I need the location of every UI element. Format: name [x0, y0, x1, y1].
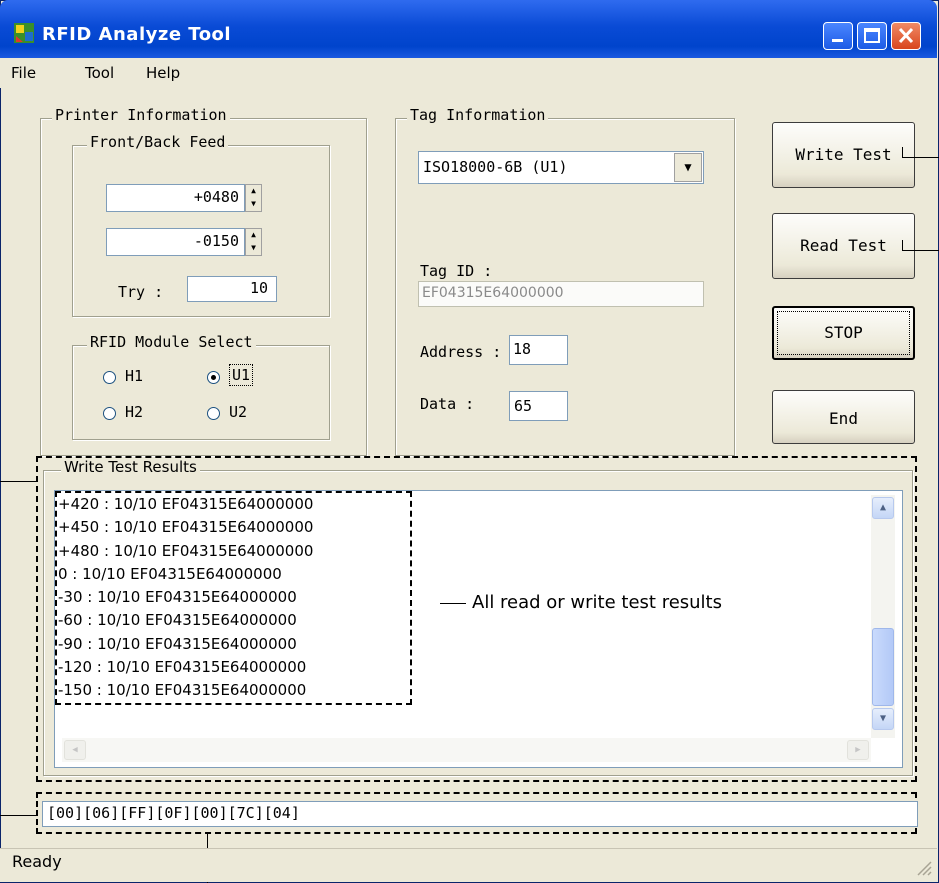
close-icon	[898, 27, 914, 44]
front-back-feed-label: Front/Back Feed	[87, 133, 229, 151]
front-feed-input[interactable]: +0480	[106, 184, 245, 212]
minimize-button[interactable]	[823, 22, 853, 50]
back-feed-spinner[interactable]: ▲ ▼	[245, 228, 262, 256]
rfid-module-label: RFID Module Select	[87, 333, 256, 351]
stop-button-label: STOP	[777, 311, 910, 355]
callout-line	[902, 147, 903, 157]
tag-id-field: EF04315E64000000	[418, 281, 704, 307]
radio-u2-label: U2	[229, 403, 248, 421]
menu-file[interactable]: File	[11, 64, 36, 82]
minimize-icon	[832, 39, 843, 42]
results-highlight-border	[55, 491, 412, 705]
tag-information-label: Tag Information	[407, 106, 549, 124]
end-button[interactable]: End	[772, 390, 915, 444]
callout-line	[0, 815, 36, 816]
callout-line	[902, 240, 903, 250]
menu-help[interactable]: Help	[146, 64, 180, 82]
read-test-button[interactable]: Read Test	[772, 213, 915, 279]
front-feed-spinner[interactable]: ▲ ▼	[245, 184, 262, 212]
data-input[interactable]: 65	[509, 391, 568, 421]
scroll-up-icon[interactable]: ▲	[872, 497, 894, 519]
data-label: Data :	[420, 395, 475, 413]
callout-line	[902, 250, 939, 251]
spin-down-icon[interactable]: ▼	[246, 198, 261, 211]
tag-type-select[interactable]: ISO18000-6B (U1)	[418, 151, 704, 184]
printer-information-label: Printer Information	[52, 106, 230, 124]
radio-h2-label: H2	[125, 403, 144, 421]
scroll-thumb[interactable]	[872, 628, 894, 706]
chevron-down-icon[interactable]: ▼	[674, 153, 702, 182]
results-annotation: All read or write test results	[472, 592, 722, 613]
scroll-right-icon[interactable]: ▶	[847, 740, 869, 760]
scroll-left-icon[interactable]: ◀	[64, 740, 86, 760]
stop-button[interactable]: STOP	[772, 306, 915, 360]
annotation-line	[440, 603, 466, 604]
write-test-button[interactable]: Write Test	[772, 122, 915, 188]
try-label: Try :	[118, 283, 164, 301]
spin-down-icon[interactable]: ▼	[246, 242, 261, 255]
window-title: RFID Analyze Tool	[42, 24, 232, 45]
maximize-icon	[864, 28, 880, 43]
scroll-down-icon[interactable]: ▼	[872, 708, 894, 730]
radio-h1-label: H1	[125, 367, 144, 385]
horizontal-scrollbar[interactable]	[62, 738, 871, 762]
radio-h2[interactable]	[103, 407, 116, 420]
spin-up-icon[interactable]: ▲	[246, 229, 261, 242]
radio-u1-label: U1	[229, 364, 254, 386]
maximize-button[interactable]	[857, 22, 887, 50]
callout-line	[902, 157, 939, 158]
command-field[interactable]: [00][06][FF][0F][00][7C][04]	[42, 801, 918, 827]
callout-line	[0, 481, 36, 482]
radio-u2[interactable]	[207, 407, 220, 420]
try-input[interactable]: 10	[187, 276, 277, 302]
radio-u1[interactable]	[207, 371, 220, 384]
rfid-module-group	[72, 345, 330, 440]
app-icon	[13, 22, 35, 44]
spin-up-icon[interactable]: ▲	[246, 185, 261, 198]
radio-h1[interactable]	[103, 371, 116, 384]
menu-bar	[0, 58, 937, 88]
write-test-results-label: Write Test Results	[61, 458, 200, 476]
status-text: Ready	[12, 852, 62, 871]
tag-id-label: Tag ID :	[420, 262, 493, 280]
status-bar	[0, 848, 937, 882]
address-label: Address :	[420, 343, 502, 361]
address-input[interactable]: 18	[509, 335, 568, 365]
back-feed-input[interactable]: -0150	[106, 228, 245, 256]
resize-grip-icon[interactable]	[914, 858, 932, 876]
menu-tool[interactable]: Tool	[85, 64, 114, 82]
close-button[interactable]	[891, 22, 921, 50]
